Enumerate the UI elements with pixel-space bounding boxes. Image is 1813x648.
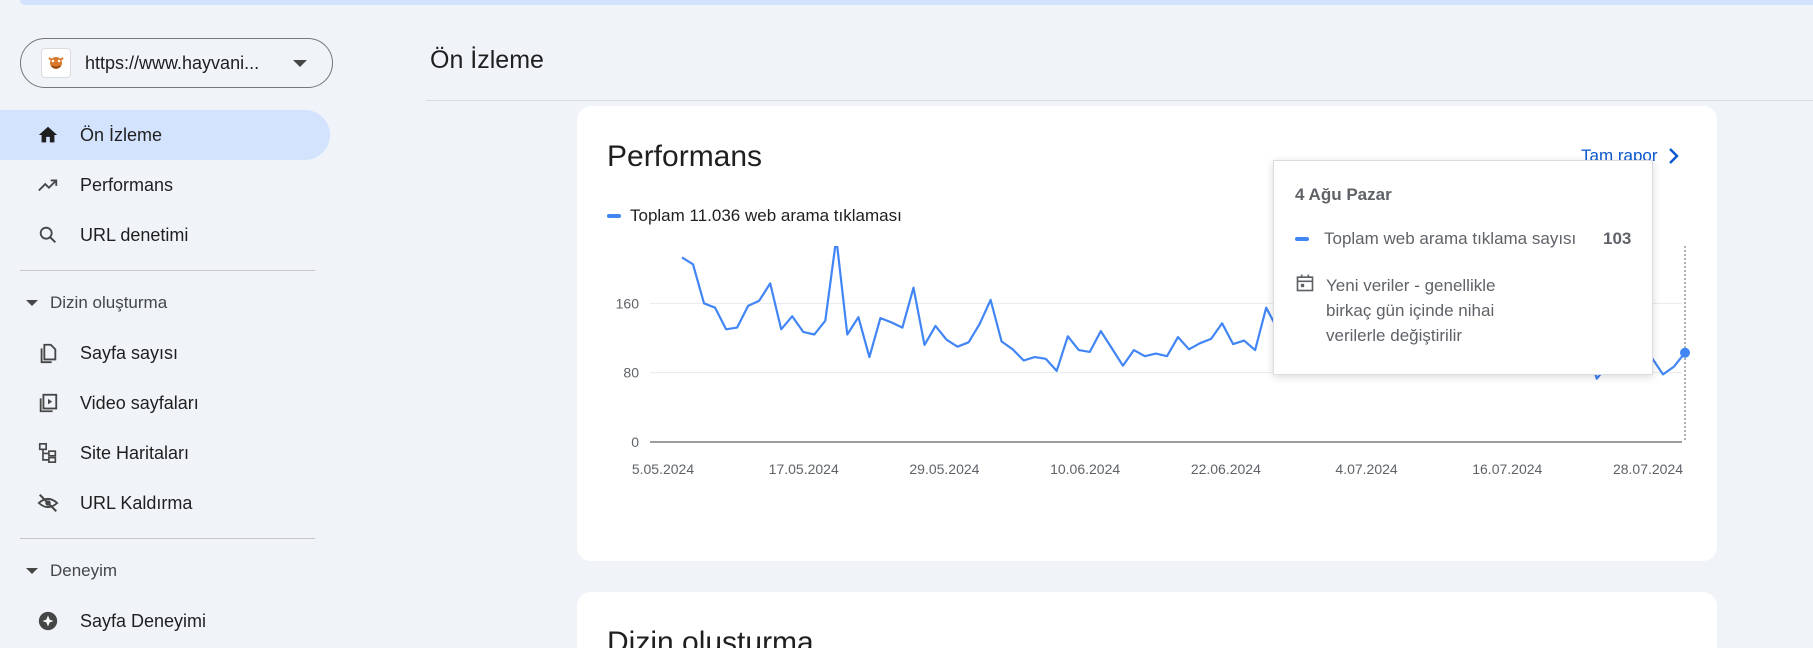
sitemap-icon bbox=[36, 441, 60, 465]
sidebar-item-overview[interactable]: Ön İzleme bbox=[0, 110, 330, 160]
sidebar-item-label: Ön İzleme bbox=[80, 124, 163, 145]
chart-legend[interactable]: Toplam 11.036 web arama tıklaması bbox=[607, 206, 902, 226]
section-label: Dizin oluşturma bbox=[50, 293, 168, 312]
tooltip-metric-value: 103 bbox=[1603, 229, 1632, 248]
calendar-icon bbox=[1296, 274, 1314, 292]
x-tick-label: 16.07.2024 bbox=[1472, 461, 1542, 477]
section-label: Deneyim bbox=[50, 561, 118, 580]
sidebar-section-indexing[interactable]: Dizin oluşturma bbox=[26, 288, 167, 318]
legend-swatch bbox=[607, 214, 621, 218]
sidebar-item-label: Sayfa Deneyimi bbox=[80, 610, 207, 631]
tooltip-swatch bbox=[1295, 237, 1309, 241]
performance-title: Performans bbox=[607, 140, 763, 173]
visibility-off-icon bbox=[36, 491, 60, 515]
sidebar-item-performance[interactable]: Performans bbox=[0, 160, 330, 210]
x-tick-label: 29.05.2024 bbox=[909, 461, 979, 477]
property-url: https://www.hayvani... bbox=[85, 52, 260, 73]
x-tick-label: 4.07.2024 bbox=[1335, 461, 1397, 477]
sidebar-item-url-inspection[interactable]: URL denetimi bbox=[0, 210, 330, 260]
sidebar-item-label: Performans bbox=[80, 174, 174, 195]
sidebar-item-page-experience[interactable]: Sayfa Deneyimi bbox=[0, 596, 330, 646]
sidebar-item-label: URL Kaldırma bbox=[80, 492, 193, 513]
home-icon bbox=[36, 123, 60, 147]
chevron-right-icon bbox=[1668, 148, 1679, 164]
chevron-down-icon bbox=[293, 59, 307, 67]
y-tick-label: 160 bbox=[616, 295, 640, 311]
tooltip-metric-label: Toplam web arama tıklama sayısı bbox=[1324, 229, 1577, 248]
tooltip-note: Yeni veriler - genellikle birkaç gün içi… bbox=[1295, 273, 1511, 348]
sidebar-item-pages[interactable]: Sayfa sayısı bbox=[0, 328, 330, 378]
tooltip-note-text: Yeni veriler - genellikle birkaç gün içi… bbox=[1326, 276, 1496, 345]
tooltip-metric-row: Toplam web arama tıklama sayısı bbox=[1295, 229, 1576, 249]
legend-label: Toplam 11.036 web arama tıklaması bbox=[630, 206, 902, 225]
x-tick-label: 10.06.2024 bbox=[1050, 461, 1120, 477]
sidebar-item-label: Sayfa sayısı bbox=[80, 342, 179, 363]
tooltip-date: 4 Ağu Pazar bbox=[1295, 185, 1392, 204]
indexing-card-title: Dizin oluşturma bbox=[607, 626, 814, 648]
sidebar-item-label: Video sayfaları bbox=[80, 392, 199, 413]
x-tick-label: 28.07.2024 bbox=[1613, 461, 1683, 477]
search-icon bbox=[36, 223, 60, 247]
sidebar-section-experience[interactable]: Deneyim bbox=[26, 556, 117, 586]
sidebar-item-url-removal[interactable]: URL Kaldırma bbox=[0, 478, 330, 528]
indexing-card: Dizin oluşturma bbox=[577, 592, 1717, 648]
sidebar-item-video-pages[interactable]: Video sayfaları bbox=[0, 378, 330, 428]
y-tick-label: 0 bbox=[631, 434, 639, 450]
chart-tooltip: 4 Ağu Pazar Toplam web arama tıklama say… bbox=[1273, 160, 1653, 375]
hover-data-point bbox=[1680, 347, 1690, 358]
video-pages-icon bbox=[36, 391, 60, 415]
x-tick-label: 17.05.2024 bbox=[769, 461, 839, 477]
sidebar-item-label: URL denetimi bbox=[80, 224, 189, 245]
pages-icon bbox=[36, 341, 60, 365]
sidebar-item-sitemaps[interactable]: Site Haritaları bbox=[0, 428, 330, 478]
caret-down-icon bbox=[26, 300, 38, 306]
trending-up-icon bbox=[36, 173, 60, 197]
sidebar-item-label: Site Haritaları bbox=[80, 442, 190, 463]
top-progress-bar bbox=[20, 0, 1813, 5]
x-tick-label: 5.05.2024 bbox=[632, 461, 694, 477]
property-selector[interactable]: https://www.hayvani... bbox=[20, 38, 333, 88]
y-tick-label: 80 bbox=[623, 365, 639, 381]
x-tick-label: 22.06.2024 bbox=[1191, 461, 1261, 477]
caret-down-icon bbox=[26, 568, 38, 574]
title-divider bbox=[426, 100, 1813, 101]
sidebar-divider bbox=[20, 538, 315, 539]
page-experience-icon bbox=[36, 609, 60, 633]
site-favicon-icon bbox=[41, 48, 71, 78]
sidebar-divider bbox=[20, 270, 315, 271]
page-title: Ön İzleme bbox=[430, 46, 544, 74]
